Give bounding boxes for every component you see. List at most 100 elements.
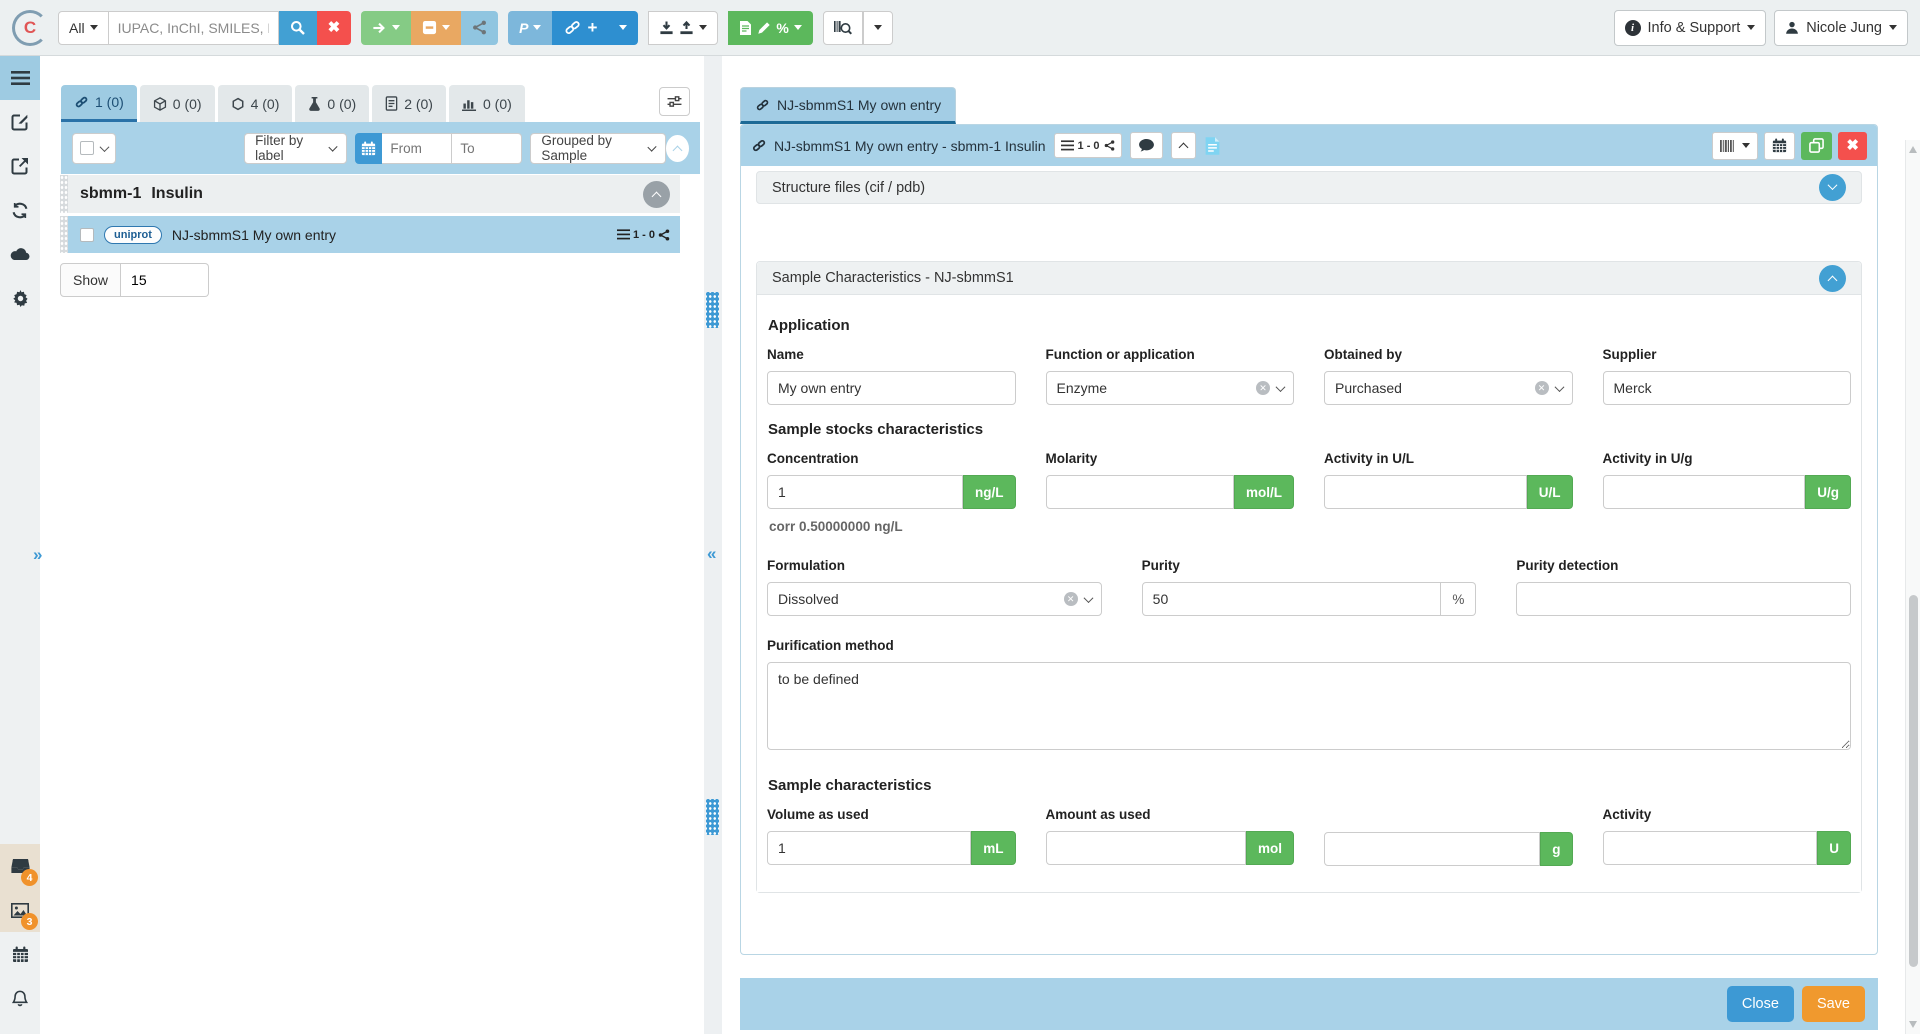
sidebar-item-calendar[interactable]	[0, 932, 40, 976]
sidebar-item-share-sync[interactable]	[0, 144, 40, 188]
share-button[interactable]	[461, 11, 498, 45]
close-button[interactable]: Close	[1727, 986, 1794, 1022]
comments-button[interactable]	[1130, 132, 1163, 159]
volume-as-used-input[interactable]	[767, 831, 971, 865]
detail-tab-sample[interactable]: NJ-sbmmS1 My own entry	[740, 87, 956, 124]
collapse-section-button[interactable]	[1819, 265, 1846, 292]
tab-layout-settings-button[interactable]	[659, 87, 690, 116]
clear-search-button[interactable]: ✖	[317, 11, 352, 45]
function-select[interactable]: Enzyme ✕	[1046, 371, 1295, 405]
concentration-input[interactable]	[767, 475, 963, 509]
collapse-detail-button[interactable]	[1171, 132, 1196, 159]
activity-ug-unit-button[interactable]: U/g	[1805, 475, 1851, 509]
concentration-unit-button[interactable]: ng/L	[963, 475, 1016, 509]
purity-input[interactable]	[1142, 582, 1442, 616]
mass-unit-button[interactable]: g	[1540, 832, 1572, 866]
amount-as-used-input[interactable]	[1046, 831, 1246, 865]
date-from-input[interactable]	[382, 133, 452, 164]
date-filter-button[interactable]	[355, 133, 383, 164]
purity-detection-input[interactable]	[1516, 582, 1851, 616]
page-size-input[interactable]	[121, 263, 209, 297]
search-button[interactable]	[279, 11, 317, 45]
report-file-icon[interactable]	[1204, 136, 1221, 156]
calendar-button[interactable]	[1764, 132, 1795, 160]
amount-unit-button[interactable]: mol	[1246, 831, 1294, 865]
molarity-input[interactable]	[1046, 475, 1235, 509]
info-support-dropdown[interactable]: i Info & Support	[1614, 10, 1767, 46]
clear-icon[interactable]: ✕	[1535, 381, 1549, 395]
sample-group-header[interactable]: sbmm-1 Insulin	[60, 175, 680, 213]
activity-ul-unit-button[interactable]: U/L	[1527, 475, 1573, 509]
sidebar-item-collection-management[interactable]	[0, 100, 40, 144]
print-code-dropdown[interactable]	[1712, 132, 1758, 160]
activity-input[interactable]	[1603, 831, 1818, 865]
row-checkbox[interactable]	[80, 228, 94, 242]
sample-list-row[interactable]: uniprot NJ-sbmmS1 My own entry 1 - 0	[60, 216, 680, 253]
scroll-up-icon[interactable]	[1909, 146, 1917, 153]
grouped-by-dropdown[interactable]: Grouped by Sample	[530, 133, 666, 164]
tab-research-plans[interactable]: 2 (0)	[372, 85, 446, 122]
scrollbar-thumb[interactable]	[1909, 595, 1918, 967]
tab-wellplates[interactable]: 4 (0)	[218, 85, 293, 122]
vertical-scrollbar[interactable]	[1905, 140, 1920, 1034]
report-button[interactable]: %	[728, 11, 812, 45]
tab-screens[interactable]: 0 (0)	[295, 85, 369, 122]
expand-sidebar-chevron[interactable]: »	[33, 545, 42, 565]
sidebar-item-collections[interactable]	[0, 56, 40, 100]
create-element-dropdown[interactable]	[608, 11, 638, 45]
select-all-checkbox[interactable]	[80, 141, 94, 155]
drag-handle-icon[interactable]	[706, 799, 719, 835]
mass-input[interactable]	[1324, 832, 1540, 866]
sidebar-item-cloud[interactable]	[0, 232, 40, 276]
create-element-button[interactable]: +	[552, 11, 608, 45]
collapse-group-button[interactable]	[643, 181, 670, 208]
tab-reactions[interactable]: 0 (0)	[140, 85, 215, 122]
sidebar-item-settings[interactable]	[0, 276, 40, 320]
move-to-collection-button[interactable]	[361, 11, 411, 45]
sidebar-item-sync-refresh[interactable]	[0, 188, 40, 232]
select-all-dropdown[interactable]	[72, 133, 116, 164]
clear-icon[interactable]: ✕	[1064, 592, 1078, 606]
search-input[interactable]	[109, 11, 279, 45]
molarity-unit-button[interactable]: mol/L	[1234, 475, 1294, 509]
close-detail-button[interactable]: ✖	[1838, 132, 1867, 160]
remove-from-collection-button[interactable]	[411, 11, 461, 45]
tab-metrics[interactable]: 0 (0)	[449, 85, 525, 122]
tab-samples[interactable]: 1 (0)	[61, 85, 137, 122]
sidebar-item-gallery[interactable]: 3	[0, 888, 40, 932]
sidebar-item-inbox[interactable]: 4	[0, 844, 40, 888]
user-icon	[1785, 20, 1799, 35]
activity-ul-input[interactable]	[1324, 475, 1527, 509]
clear-icon[interactable]: ✕	[1256, 381, 1270, 395]
scroll-down-icon[interactable]	[1909, 1021, 1917, 1028]
molecule-picker-button[interactable]: P	[508, 11, 552, 45]
formulation-select[interactable]: Dissolved ✕	[767, 582, 1102, 616]
filter-by-label-dropdown[interactable]: Filter by label	[244, 133, 346, 164]
sample-characteristics-header[interactable]: Sample Characteristics - NJ-sbmmS1	[757, 262, 1861, 295]
expand-structure-files-button[interactable]	[1819, 174, 1846, 201]
sidebar-item-notifications[interactable]	[0, 976, 40, 1020]
drag-handle-icon[interactable]	[60, 216, 68, 253]
search-scope-dropdown[interactable]: All	[58, 11, 109, 45]
chemotion-logo-icon[interactable]: C	[12, 10, 48, 46]
date-to-input[interactable]	[452, 133, 522, 164]
user-menu-dropdown[interactable]: Nicole Jung	[1774, 10, 1908, 46]
drag-handle-icon[interactable]	[706, 292, 719, 328]
purification-method-textarea[interactable]: to be defined	[767, 662, 1851, 750]
activity-unit-button[interactable]: U	[1817, 831, 1851, 865]
structure-files-header[interactable]: Structure files (cif / pdb)	[756, 171, 1862, 204]
drag-handle-icon[interactable]	[60, 175, 68, 213]
name-input[interactable]	[767, 371, 1016, 405]
import-export-button[interactable]	[648, 11, 718, 45]
barcode-scan-dropdown[interactable]	[863, 11, 893, 45]
save-button[interactable]: Save	[1802, 986, 1865, 1022]
obtained-by-select[interactable]: Purchased ✕	[1324, 371, 1573, 405]
supplier-input[interactable]	[1603, 371, 1852, 405]
volume-unit-button[interactable]: mL	[971, 831, 1015, 865]
collapse-list-chevron[interactable]: «	[707, 544, 716, 564]
collapse-toolbar-button[interactable]	[666, 135, 689, 162]
barcode-scan-button[interactable]	[823, 11, 863, 45]
analyses-counter-button[interactable]: 1 - 0	[1054, 133, 1122, 158]
activity-ug-input[interactable]	[1603, 475, 1806, 509]
copy-button[interactable]	[1801, 132, 1832, 160]
